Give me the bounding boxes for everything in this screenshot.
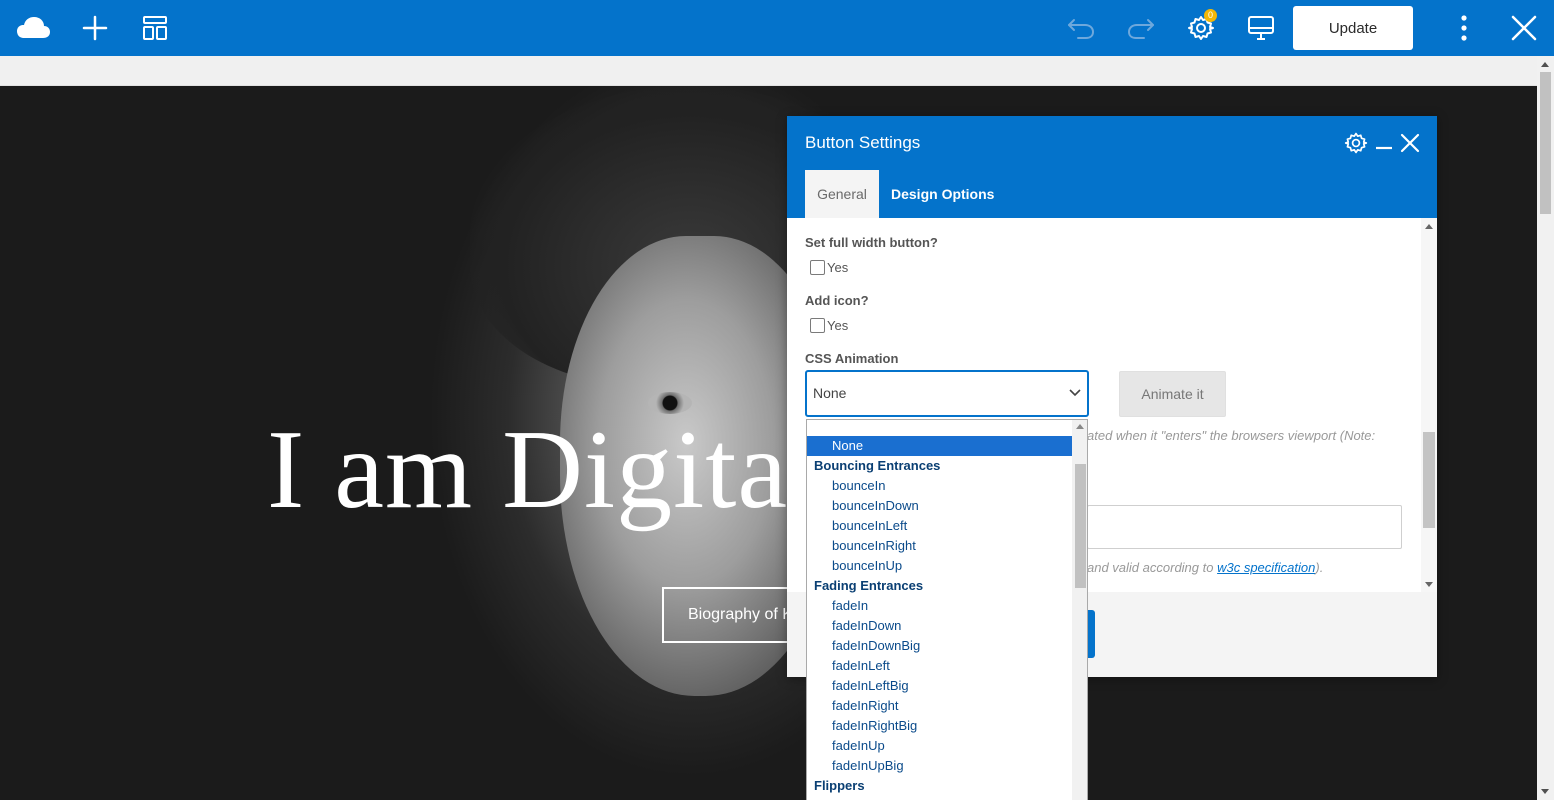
tab-design-options[interactable]: Design Options xyxy=(891,170,994,218)
full-width-checkbox[interactable] xyxy=(810,260,825,275)
dropdown-options-list: None Bouncing Entrances bounceIn bounceInDo… xyxy=(807,436,1072,796)
css-animation-dropdown[interactable]: None Bouncing Entrances bounceIn bounceInDo… xyxy=(806,419,1088,800)
panel-minimize-icon[interactable] xyxy=(1371,130,1397,156)
close-icon[interactable] xyxy=(1504,8,1544,48)
dropdown-scroll-up-icon[interactable] xyxy=(1076,424,1084,429)
panel-scroll-up-icon[interactable] xyxy=(1425,224,1433,229)
add-icon-option[interactable]: Yes xyxy=(810,318,848,333)
dropdown-option[interactable]: fadeInDown xyxy=(807,616,1072,636)
add-icon-checkbox[interactable] xyxy=(810,318,825,333)
full-width-yes-label: Yes xyxy=(827,260,849,275)
update-button[interactable]: Update xyxy=(1293,6,1413,50)
css-animation-label: CSS Animation xyxy=(805,351,899,366)
undo-icon[interactable] xyxy=(1061,8,1101,48)
dropdown-option[interactable]: bounceIn xyxy=(807,476,1072,496)
tab-general[interactable]: General xyxy=(805,170,879,218)
element-id-input[interactable] xyxy=(1087,505,1402,549)
element-id-help: and valid according to w3c specification… xyxy=(1087,560,1323,575)
add-icon-yes-label: Yes xyxy=(827,318,849,333)
save-changes-button[interactable] xyxy=(1087,610,1095,658)
animate-it-button[interactable]: Animate it xyxy=(1119,371,1226,417)
dropdown-scrollbar[interactable] xyxy=(1072,420,1087,800)
hero-title[interactable]: I am Digita xyxy=(267,414,788,526)
redo-icon[interactable] xyxy=(1121,8,1161,48)
dropdown-option[interactable]: bounceInRight xyxy=(807,536,1072,556)
plus-icon[interactable] xyxy=(75,8,115,48)
dropdown-option[interactable]: bounceInDown xyxy=(807,496,1072,516)
chevron-down-icon xyxy=(1069,389,1081,397)
w3c-specification-link[interactable]: w3c specification xyxy=(1217,560,1315,575)
dropdown-option[interactable]: bounceInLeft xyxy=(807,516,1072,536)
panel-close-icon[interactable] xyxy=(1397,130,1423,156)
panel-scroll-down-icon[interactable] xyxy=(1425,582,1433,587)
element-id-help-prefix: and valid according to xyxy=(1087,560,1218,575)
dropdown-option[interactable]: fadeInLeftBig xyxy=(807,676,1072,696)
dropdown-option[interactable]: fadeInUp xyxy=(807,736,1072,756)
full-width-label: Set full width button? xyxy=(805,235,938,250)
cloud-logo-icon[interactable] xyxy=(13,8,53,48)
dropdown-option[interactable]: fadeInLeft xyxy=(807,656,1072,676)
dropdown-option[interactable]: fadeInUpBig xyxy=(807,756,1072,776)
dropdown-option[interactable]: fadeInRightBig xyxy=(807,716,1072,736)
dropdown-scrollbar-thumb[interactable] xyxy=(1075,464,1086,588)
dropdown-option[interactable]: None xyxy=(807,436,1072,456)
panel-scrollbar-thumb[interactable] xyxy=(1423,432,1435,528)
dropdown-option[interactable]: bounceInUp xyxy=(807,556,1072,576)
panel-body-scrollbar[interactable] xyxy=(1421,218,1437,592)
dropdown-group-label: Flippers xyxy=(814,778,865,793)
gear-icon[interactable]: 0 xyxy=(1181,8,1221,48)
dropdown-option[interactable]: fadeIn xyxy=(807,596,1072,616)
css-animation-value: None xyxy=(813,385,847,401)
dropdown-group-label: Bouncing Entrances xyxy=(814,458,941,473)
add-icon-label: Add icon? xyxy=(805,293,869,308)
top-toolbar: 0 Update xyxy=(0,0,1554,56)
panel-gear-icon[interactable] xyxy=(1343,130,1369,156)
dropdown-option[interactable]: fadeInDownBig xyxy=(807,636,1072,656)
panel-header[interactable]: Button Settings General Design Options xyxy=(787,116,1437,218)
css-animation-help: ated when it "enters" the browsers viewp… xyxy=(1087,428,1376,443)
desktop-monitor-icon[interactable] xyxy=(1241,8,1281,48)
canvas-top-strip xyxy=(0,56,1537,86)
page-scrollbar-thumb[interactable] xyxy=(1540,72,1551,214)
css-animation-select[interactable]: None xyxy=(805,370,1089,560)
dropdown-option[interactable]: fadeInRight xyxy=(807,696,1072,716)
element-id-help-suffix: ). xyxy=(1315,560,1324,575)
page-scrollbar[interactable] xyxy=(1537,56,1554,800)
full-width-option[interactable]: Yes xyxy=(810,260,848,275)
layout-templates-icon[interactable] xyxy=(135,8,175,48)
vertical-dots-icon[interactable] xyxy=(1444,8,1484,48)
scroll-down-arrow-icon[interactable] xyxy=(1541,789,1549,794)
settings-badge: 0 xyxy=(1204,9,1217,22)
panel-title: Button Settings xyxy=(805,133,921,152)
dropdown-group-label: Fading Entrances xyxy=(814,578,924,593)
scroll-up-arrow-icon[interactable] xyxy=(1541,62,1549,67)
